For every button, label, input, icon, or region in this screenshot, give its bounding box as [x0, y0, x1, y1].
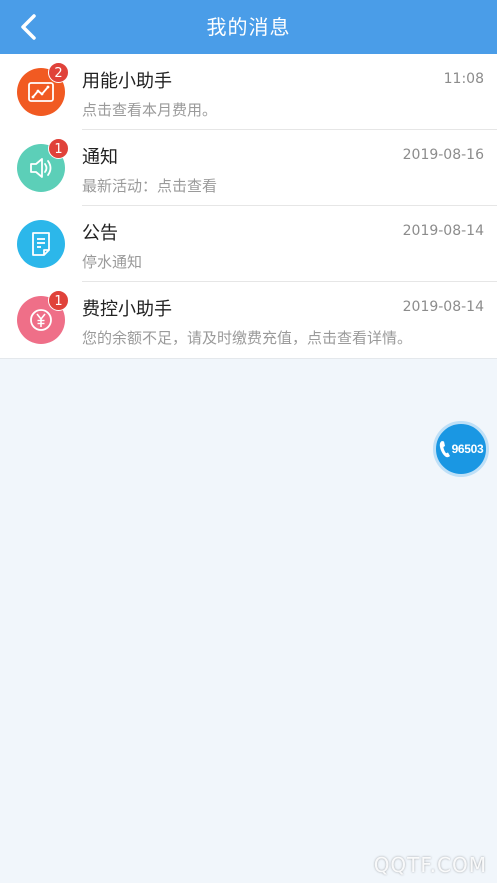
message-time: 2019-08-16 [402, 147, 484, 163]
chart-icon [28, 82, 54, 102]
hotline-call-button[interactable]: 96503 [433, 421, 489, 477]
unread-badge: 2 [48, 62, 69, 83]
header-bar: 我的消息 [0, 0, 497, 54]
announcement-avatar [17, 220, 65, 268]
message-item-energy-assistant[interactable]: 2 用能小助手 11:08 点击查看本月费用。 [0, 54, 497, 130]
phone-icon [439, 441, 450, 458]
watermark: QQTF.COM [373, 853, 487, 877]
message-preview: 停水通知 [82, 253, 143, 271]
message-title: 费控小助手 [82, 299, 172, 320]
message-time: 2019-08-14 [402, 223, 484, 239]
message-item-fee-assistant[interactable]: 1 费控小助手 2019-08-14 您的余额不足，请及时缴费充值，点击查看详情… [0, 282, 497, 358]
message-title: 通知 [82, 147, 118, 168]
speaker-icon [30, 158, 52, 178]
document-icon [32, 232, 50, 256]
unread-badge: 1 [48, 290, 69, 311]
message-preview: 点击查看本月费用。 [82, 101, 218, 119]
message-title: 公告 [82, 223, 118, 244]
message-time: 11:08 [443, 71, 484, 87]
message-list: 2 用能小助手 11:08 点击查看本月费用。 1 通知 2019-08-16 … [0, 54, 497, 359]
message-title: 用能小助手 [82, 71, 172, 92]
message-preview: 您的余额不足，请及时缴费充值，点击查看详情。 [82, 329, 413, 347]
yen-icon [30, 309, 52, 331]
message-item-announcement[interactable]: 公告 2019-08-14 停水通知 [0, 206, 497, 282]
unread-badge: 1 [48, 138, 69, 159]
message-item-notice[interactable]: 1 通知 2019-08-16 最新活动：点击查看 [0, 130, 497, 206]
hotline-number: 96503 [451, 442, 484, 456]
message-preview: 最新活动：点击查看 [82, 177, 218, 195]
message-time: 2019-08-14 [402, 299, 484, 315]
page-title: 我的消息 [206, 15, 291, 39]
